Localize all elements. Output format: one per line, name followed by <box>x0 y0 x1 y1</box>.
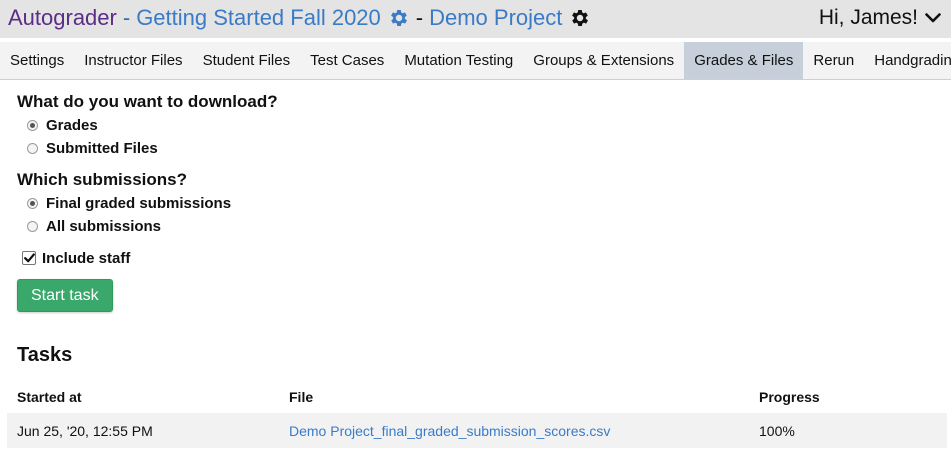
radio-label: All submissions <box>46 218 162 235</box>
breadcrumb: Autograder - Getting Started Fall 2020 -… <box>8 4 591 32</box>
include-staff-label: Include staff <box>42 249 131 267</box>
radio-button[interactable] <box>27 221 38 232</box>
column-header-started-at: Started at <box>17 389 82 405</box>
include-staff-checkbox[interactable] <box>22 251 36 265</box>
table-header: Started at File Progress <box>7 381 947 413</box>
radio-label: Grades <box>46 117 98 134</box>
tab-grades-files[interactable]: Grades & Files <box>684 42 804 79</box>
course-settings-gear-icon[interactable] <box>388 7 410 29</box>
checkmark-icon <box>23 253 35 263</box>
project-name[interactable]: Demo Project <box>429 4 562 32</box>
tab-mutation-testing[interactable]: Mutation Testing <box>394 42 523 79</box>
download-question: What do you want to download? <box>17 92 278 111</box>
include-staff-checkbox-row[interactable]: Include staff <box>22 246 937 270</box>
top-bar: Autograder - Getting Started Fall 2020 -… <box>0 0 951 38</box>
start-task-button[interactable]: Start task <box>17 279 113 312</box>
tab-instructor-files[interactable]: Instructor Files <box>74 42 192 79</box>
download-form: What do you want to download? Grades Sub… <box>17 90 937 368</box>
task-file-link[interactable]: Demo Project_final_graded_submission_sco… <box>289 423 610 439</box>
user-menu[interactable]: Hi, James! <box>819 4 941 32</box>
tab-test-cases[interactable]: Test Cases <box>300 42 394 79</box>
tab-handgrading[interactable]: Handgrading <box>864 42 951 79</box>
project-tabs: Settings Instructor Files Student Files … <box>0 42 951 80</box>
task-started-at: Jun 25, '20, 12:55 PM <box>17 422 153 439</box>
radio-grades[interactable]: Grades <box>27 114 937 137</box>
task-progress: 100% <box>759 422 795 439</box>
column-header-progress: Progress <box>759 389 820 405</box>
tab-settings[interactable]: Settings <box>0 42 74 79</box>
tab-student-files[interactable]: Student Files <box>193 42 301 79</box>
tab-groups-extensions[interactable]: Groups & Extensions <box>523 42 684 79</box>
radio-all-submissions[interactable]: All submissions <box>27 215 937 238</box>
radio-button-selected[interactable] <box>27 120 38 131</box>
tasks-table: Started at File Progress Jun 25, '20, 12… <box>7 381 947 448</box>
radio-submitted-files[interactable]: Submitted Files <box>27 137 937 160</box>
course-name[interactable]: Getting Started Fall 2020 <box>136 4 381 32</box>
app-name[interactable]: Autograder <box>8 4 117 32</box>
breadcrumb-separator: - <box>122 5 131 30</box>
table-row: Jun 25, '20, 12:55 PM Demo Project_final… <box>7 413 947 448</box>
user-greeting: Hi, James! <box>818 6 918 29</box>
column-header-file: File <box>289 389 314 405</box>
radio-button-selected[interactable] <box>27 198 38 209</box>
submissions-question: Which submissions? <box>17 170 188 189</box>
radio-button[interactable] <box>27 143 38 154</box>
project-settings-gear-icon[interactable] <box>569 7 591 29</box>
breadcrumb-separator: - <box>415 5 424 30</box>
tab-rerun[interactable]: Rerun <box>803 42 864 79</box>
radio-final-graded[interactable]: Final graded submissions <box>27 192 937 215</box>
chevron-down-icon <box>925 12 941 24</box>
radio-label: Submitted Files <box>46 140 158 157</box>
tasks-heading: Tasks <box>17 344 73 366</box>
radio-label: Final graded submissions <box>46 195 232 212</box>
